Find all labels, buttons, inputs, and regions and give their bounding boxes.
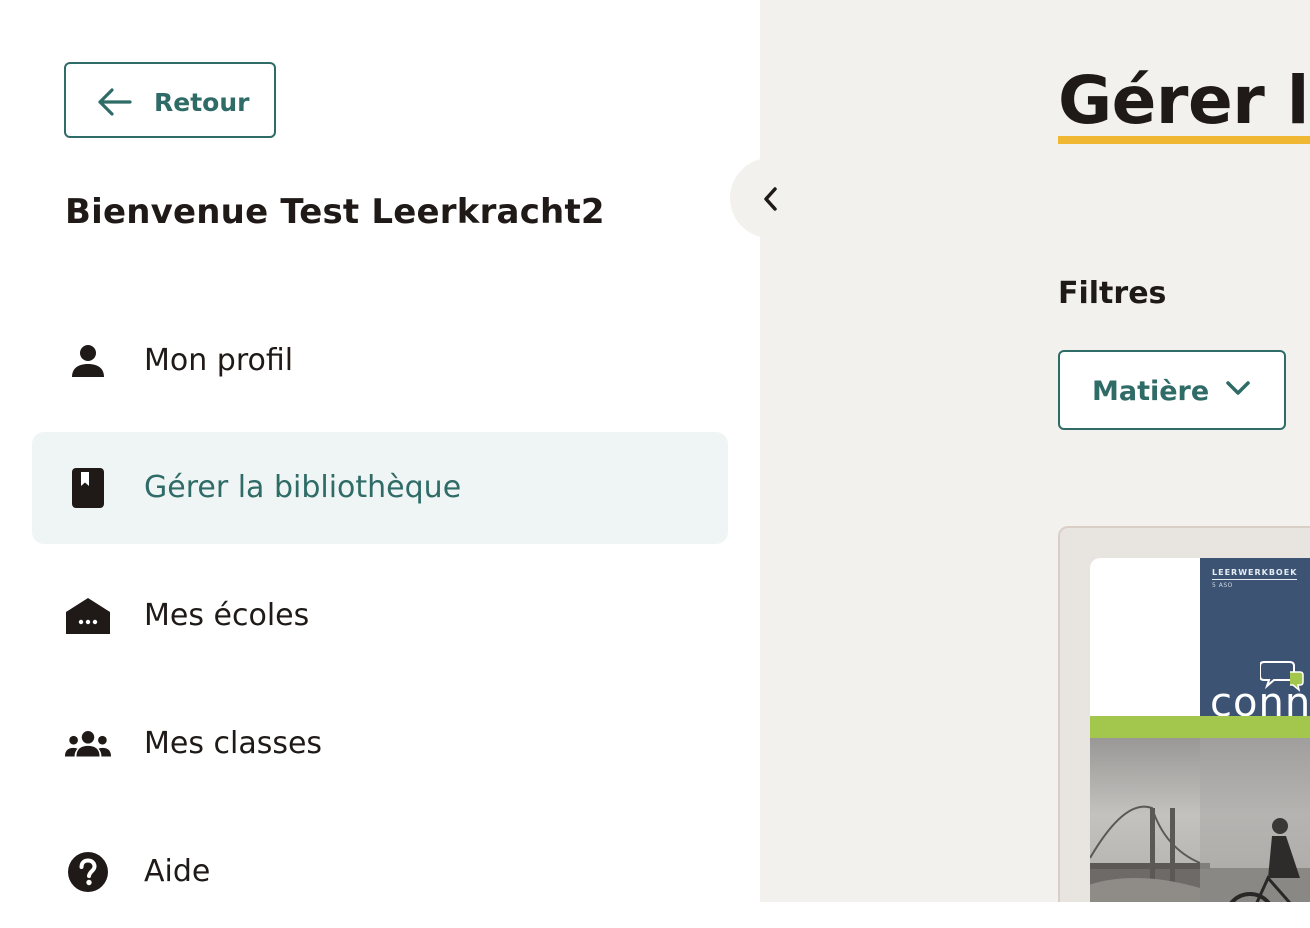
help-icon [64,852,112,892]
bridge-cyclist-photo [1090,738,1310,902]
nav-item-profile[interactable]: Mon profil [32,305,728,417]
person-icon [64,341,112,381]
chevron-left-icon [764,187,777,211]
arrow-left-icon [96,86,132,118]
group-icon [64,724,112,764]
welcome-heading: Bienvenue Test Leerkracht2 [65,192,605,232]
back-button[interactable]: Retour [64,62,276,138]
main-content: Gérer la Filtres Matière LEERWERKBOEK 5 … [760,0,1310,902]
cover-stripe [1090,716,1310,738]
nav-item-label: Aide [144,854,211,889]
sidebar: Retour Bienvenue Test Leerkracht2 Mon pr… [0,0,760,902]
page-title: Gérer la [1058,62,1310,139]
chevron-down-icon [1226,381,1250,395]
book-card[interactable]: LEERWERKBOEK 5 ASO conn [1058,526,1310,902]
nav-item-label: Mon profil [144,343,294,378]
nav-item-schools[interactable]: Mes écoles [32,560,728,672]
cover-photo [1090,738,1310,902]
school-icon [64,596,112,636]
title-underline [1058,136,1310,144]
nav-item-help[interactable]: Aide [32,816,728,928]
cover-kicker: LEERWERKBOEK [1212,568,1298,580]
collapse-sidebar-button[interactable] [730,158,810,238]
book-cover: LEERWERKBOEK 5 ASO conn [1090,558,1310,902]
back-button-label: Retour [154,88,250,117]
cover-level: 5 ASO [1212,582,1233,589]
book-icon [64,468,112,508]
nav-item-label: Mes classes [144,726,323,761]
subject-filter-select[interactable]: Matière [1058,350,1286,430]
subject-filter-value: Matière [1092,376,1210,407]
nav-item-classes[interactable]: Mes classes [32,688,728,800]
nav-item-library[interactable]: Gérer la bibliothèque [32,432,728,544]
nav-item-label: Mes écoles [144,598,310,633]
filters-heading: Filtres [1058,276,1167,311]
nav-item-label: Gérer la bibliothèque [144,470,462,505]
